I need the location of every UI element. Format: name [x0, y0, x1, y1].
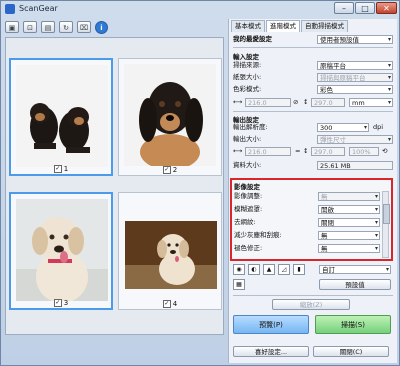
color-balance-icon[interactable]: ◉ [233, 264, 245, 275]
descreen-label: 去網紋: [234, 218, 256, 226]
preview-button[interactable]: 預覽(P) [233, 315, 309, 334]
width-icon: ⟷ [233, 147, 243, 155]
divider [233, 47, 393, 48]
image-settings-header: 影像設定 [234, 183, 260, 191]
thumbnail-caption: ✓ 2 [162, 166, 178, 174]
output-size-label: 輸出大小: [233, 135, 262, 143]
thumbnail-1[interactable]: ✓ 1 [9, 58, 113, 176]
input-settings-header: 輸入設定 [233, 53, 259, 61]
thumbnail-caption: ✓ 1 [53, 165, 69, 173]
close-button[interactable]: 關閉(C) [313, 346, 389, 357]
photo-dog-4 [125, 221, 217, 289]
favorite-settings-label: 我的最愛設定 [233, 35, 272, 43]
settings-panel: 基本模式 進階模式 自動掃描模式 我的最愛設定 使用者預設值 輸入設定 掃描來源… [228, 19, 397, 363]
threshold-icon[interactable]: ▮ [293, 264, 305, 275]
height-icon: ↕ [303, 98, 309, 106]
brightness-icon[interactable]: ◐ [248, 264, 260, 275]
close-window-button[interactable]: ✕ [376, 2, 397, 14]
data-size-label: 資料大小: [233, 161, 262, 169]
dust-scratch-select[interactable]: 無 [318, 231, 380, 240]
crop-icon[interactable]: ⊡ [23, 21, 37, 33]
output-height-field[interactable]: 297.0 [311, 147, 345, 156]
defaults-button[interactable]: 預設值 [319, 279, 391, 290]
unit-select[interactable]: mm [349, 98, 393, 107]
color-mode-label: 色彩模式: [233, 85, 262, 93]
thumbnail-4[interactable]: ✓ 4 [118, 192, 222, 310]
thumbnail-caption: ✓ 4 [162, 300, 178, 308]
zoom-button[interactable]: 縮放(Z) [272, 299, 350, 310]
photo-dogs-1 [16, 65, 108, 167]
preferences-button[interactable]: 喜好設定... [233, 346, 309, 357]
thumbnail-checkbox[interactable]: ✓ [53, 165, 62, 173]
scangear-window: ScanGear – □ ✕ ▣ ⊡ ▤ ↻ ⌧ i ✓ 1 ✓ 2 ✓ 3 ✓… [0, 0, 400, 366]
tab-basic-mode[interactable]: 基本模式 [231, 20, 265, 32]
tone-preset-select[interactable]: 自訂 [319, 265, 391, 274]
app-icon [5, 4, 15, 14]
histogram-icon[interactable]: ▲ [263, 264, 275, 275]
photo-dog-2 [124, 64, 216, 166]
thumbnail-3[interactable]: ✓ 3 [9, 192, 113, 310]
image-settings-group: 影像設定 影像調整: 無 模糊遮罩: 開啟 去網紋: 關閉 減少灰塵和刮痕: 無… [230, 178, 393, 261]
output-resolution-label: 輸出解析度: [233, 123, 268, 131]
window-title: ScanGear [19, 4, 58, 13]
tab-advanced-mode[interactable]: 進階模式 [266, 20, 300, 32]
paper-size-select[interactable]: 掃描與原稿平台 [317, 73, 393, 82]
thumbnail-checkbox[interactable]: ✓ [162, 166, 171, 174]
resolution-unit: dpi [373, 123, 384, 131]
photo-dog-3 [16, 199, 108, 301]
image-settings-scrollbar[interactable] [382, 191, 390, 258]
favorite-settings-select[interactable]: 使用者預設值 [317, 35, 393, 44]
width-icon: ⟷ [233, 98, 243, 106]
unsharp-mask-select[interactable]: 開啟 [318, 205, 380, 214]
divider [233, 295, 393, 296]
select-all-icon[interactable]: ▤ [41, 21, 55, 33]
link-icon[interactable]: ⊘ [293, 98, 298, 107]
descreen-select[interactable]: 關閉 [318, 218, 380, 227]
input-height-field[interactable]: 297.0 [311, 98, 345, 107]
color-adjust-buttons: ◉ ◐ ▲ ◿ ▮ [233, 264, 305, 275]
clear-icon[interactable]: ⌧ [77, 21, 91, 33]
input-width-field[interactable]: 216.0 [245, 98, 291, 107]
preview-area: ✓ 1 ✓ 2 ✓ 3 ✓ 4 [5, 37, 224, 335]
select-source-label: 掃描來源: [233, 61, 262, 69]
reset-size-icon[interactable]: ⟲ [382, 147, 387, 156]
image-adjust-label: 影像調整: [234, 192, 263, 200]
tab-auto-scan-mode[interactable]: 自動掃描模式 [301, 20, 348, 32]
thumbnail-caption: ✓ 3 [53, 299, 69, 307]
height-icon: ↕ [303, 147, 309, 155]
rotate-icon[interactable]: ↻ [59, 21, 73, 33]
scale-field[interactable]: 100% [349, 147, 379, 156]
equals-icon: = [295, 147, 301, 155]
thumbnail-checkbox[interactable]: ✓ [53, 299, 62, 307]
fading-correction-label: 褪色修正: [234, 244, 263, 252]
preview-toolbar: ▣ ⊡ ▤ ↻ ⌧ i [5, 19, 224, 35]
minimize-button[interactable]: – [334, 2, 354, 14]
output-width-field[interactable]: 216.0 [245, 147, 291, 156]
monitor-setting-icon[interactable]: ▦ [233, 279, 245, 290]
thumbnail-2[interactable]: ✓ 2 [118, 58, 222, 176]
output-resolution-select[interactable]: 300 [317, 123, 369, 132]
data-size-value: 25.61 MB [317, 161, 393, 170]
select-source-select[interactable]: 原稿平台 [317, 61, 393, 70]
maximize-button[interactable]: □ [355, 2, 375, 14]
dust-scratch-label: 減少灰塵和刮痕: [234, 231, 282, 239]
thumbnail-view-icon[interactable]: ▣ [5, 21, 19, 33]
unsharp-mask-label: 模糊遮罩: [234, 205, 263, 213]
paper-size-label: 紙張大小: [233, 73, 262, 81]
fading-correction-select[interactable]: 無 [318, 244, 380, 253]
info-icon[interactable]: i [95, 20, 108, 34]
scan-button[interactable]: 掃描(S) [315, 315, 391, 334]
title-bar: ScanGear – □ ✕ [1, 1, 399, 17]
color-mode-select[interactable]: 彩色 [317, 85, 393, 94]
mode-tabs: 基本模式 進階模式 自動掃描模式 [231, 20, 349, 32]
tone-curve-icon[interactable]: ◿ [278, 264, 290, 275]
scrollbar-thumb[interactable] [383, 204, 390, 224]
divider [233, 111, 393, 112]
image-adjust-select[interactable]: 無 [318, 192, 380, 201]
thumbnail-checkbox[interactable]: ✓ [162, 300, 171, 308]
output-size-select[interactable]: 彈性尺寸 [317, 135, 393, 144]
